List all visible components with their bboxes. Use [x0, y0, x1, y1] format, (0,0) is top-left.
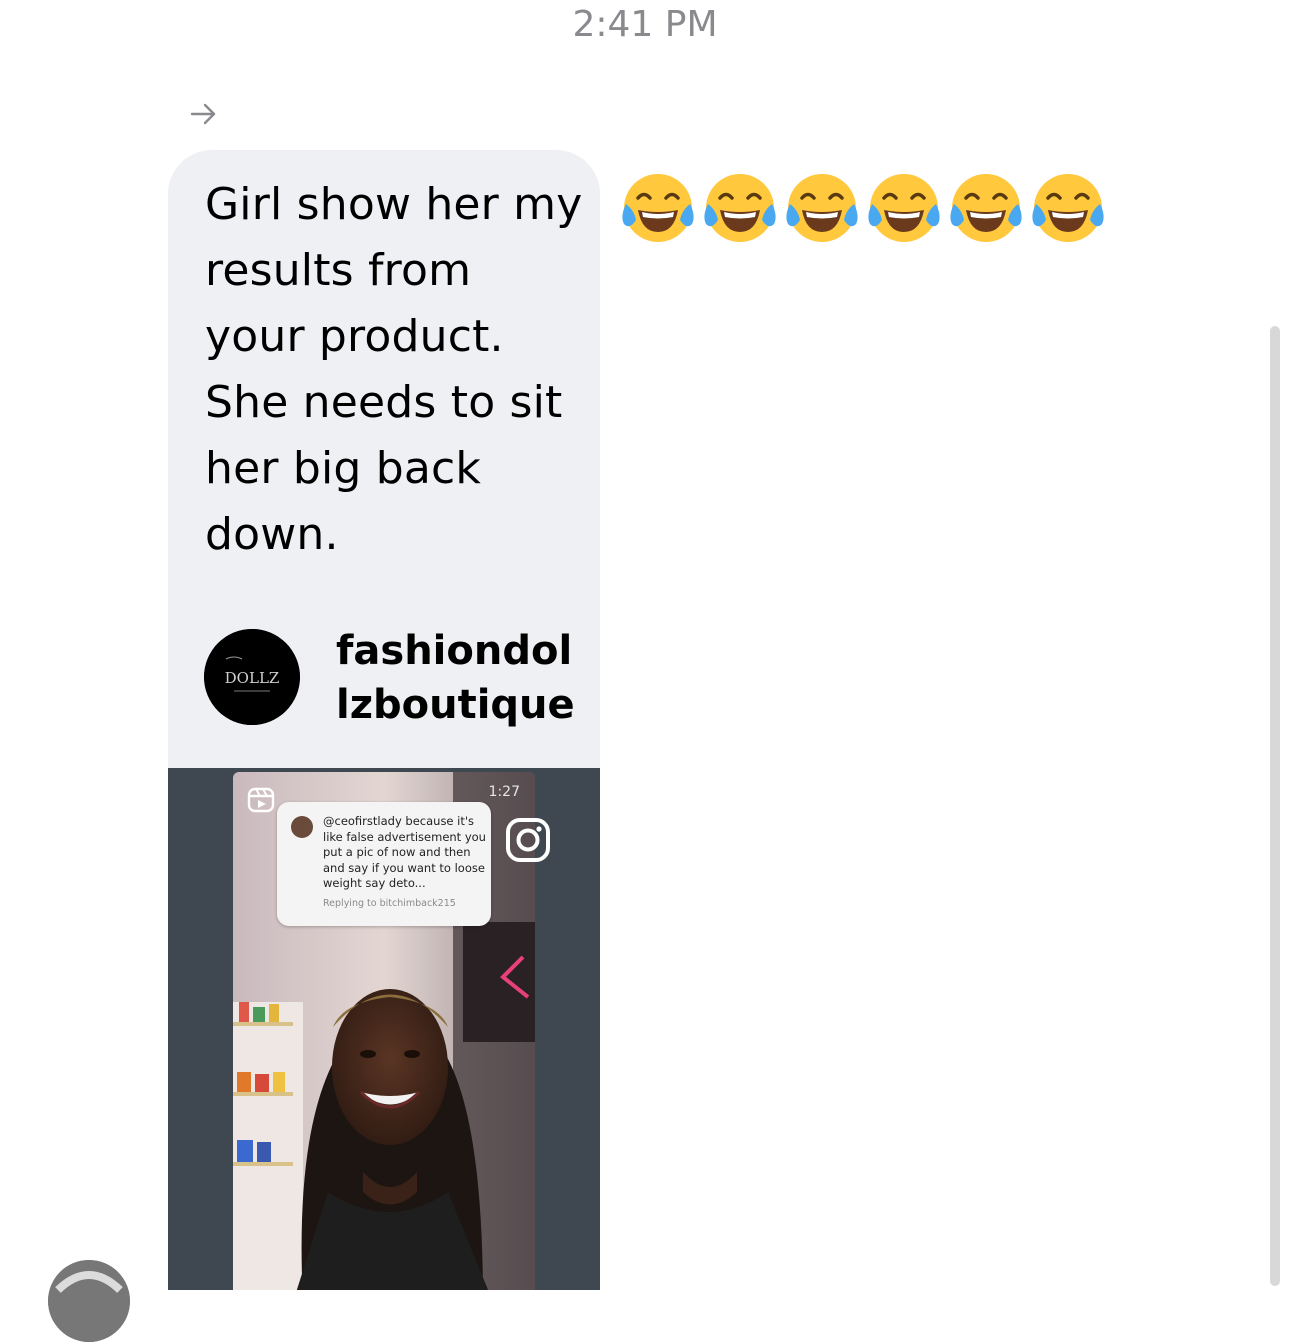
instagram-icon[interactable]	[504, 816, 552, 864]
commenter-avatar	[291, 816, 313, 838]
reel-comment-text: @ceofirstlady because it's like false ad…	[323, 814, 486, 890]
message-bubble[interactable]: Girl show her my results from your produ…	[168, 150, 600, 1290]
face-with-tears-of-joy-icon	[950, 174, 1022, 242]
message-text: Girl show her my results from your produ…	[205, 179, 583, 560]
reel-frame[interactable]: 1:27 @ceofirstlady because it's like fal…	[233, 772, 535, 1290]
face-with-tears-of-joy-icon	[868, 174, 940, 242]
sender-avatar-image	[48, 1260, 130, 1342]
face-with-tears-of-joy-icon	[786, 174, 858, 242]
forward-arrow-icon[interactable]	[188, 100, 220, 128]
reel-comment-card: @ceofirstlady because it's like false ad…	[277, 802, 491, 926]
reel-comment-reply: Replying to bitchimback215	[323, 898, 456, 909]
face-with-tears-of-joy-icon	[1032, 174, 1104, 242]
reel-duration: 1:27	[488, 784, 520, 800]
face-with-tears-of-joy-icon	[622, 174, 694, 242]
svg-text:DOLLZ: DOLLZ	[225, 669, 280, 687]
scrollbar[interactable]	[1270, 326, 1280, 1286]
shared-account-name[interactable]: fashiondollzboutique	[336, 624, 576, 732]
face-with-tears-of-joy-icon	[704, 174, 776, 242]
reel-icon	[247, 787, 275, 813]
dollz-logo: DOLLZ	[204, 629, 300, 725]
shared-reel-preview[interactable]: 1:27 @ceofirstlady because it's like fal…	[168, 768, 600, 1290]
sender-avatar[interactable]	[48, 1260, 130, 1342]
emoji-reaction-message[interactable]	[618, 168, 1108, 250]
timestamp: 2:41 PM	[572, 4, 718, 45]
shared-account-avatar[interactable]: DOLLZ	[204, 629, 300, 725]
